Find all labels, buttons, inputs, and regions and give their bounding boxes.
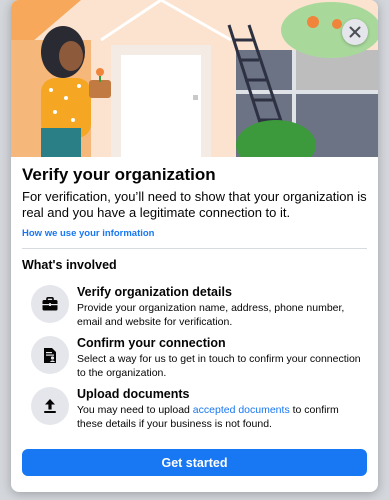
briefcase-icon [31, 285, 69, 323]
step-verify-details: Verify organization details Provide your… [22, 285, 367, 336]
close-button[interactable] [342, 19, 368, 45]
step-description: Provide your organization name, address,… [77, 302, 345, 328]
upload-icon [31, 387, 69, 425]
verify-organization-dialog: Verify your organization For verificatio… [11, 0, 378, 492]
hero-illustration [11, 0, 378, 157]
step-description: You may need to upload accepted document… [77, 403, 367, 431]
step-title: Confirm your connection [77, 336, 226, 350]
close-icon [349, 26, 361, 38]
section-title: What's involved [22, 258, 117, 272]
steps-list: Verify organization details Provide your… [22, 285, 367, 438]
step-confirm-connection: Confirm your connection Select a way for… [22, 336, 367, 387]
how-we-use-info-link[interactable]: How we use your information [22, 228, 367, 239]
step-description: Select a way for us to get in touch to c… [77, 353, 361, 379]
get-started-button[interactable]: Get started [22, 449, 367, 476]
accepted-documents-link[interactable]: accepted documents [193, 404, 290, 416]
step-description-text: You may need to upload [77, 404, 193, 416]
document-person-icon [31, 336, 69, 374]
dialog-description: For verification, you’ll need to show th… [22, 189, 367, 220]
step-title: Verify organization details [77, 285, 232, 299]
divider [22, 248, 367, 249]
step-upload-documents: Upload documents You may need to upload … [22, 387, 367, 438]
dialog-title: Verify your organization [22, 165, 216, 184]
step-title: Upload documents [77, 387, 190, 401]
